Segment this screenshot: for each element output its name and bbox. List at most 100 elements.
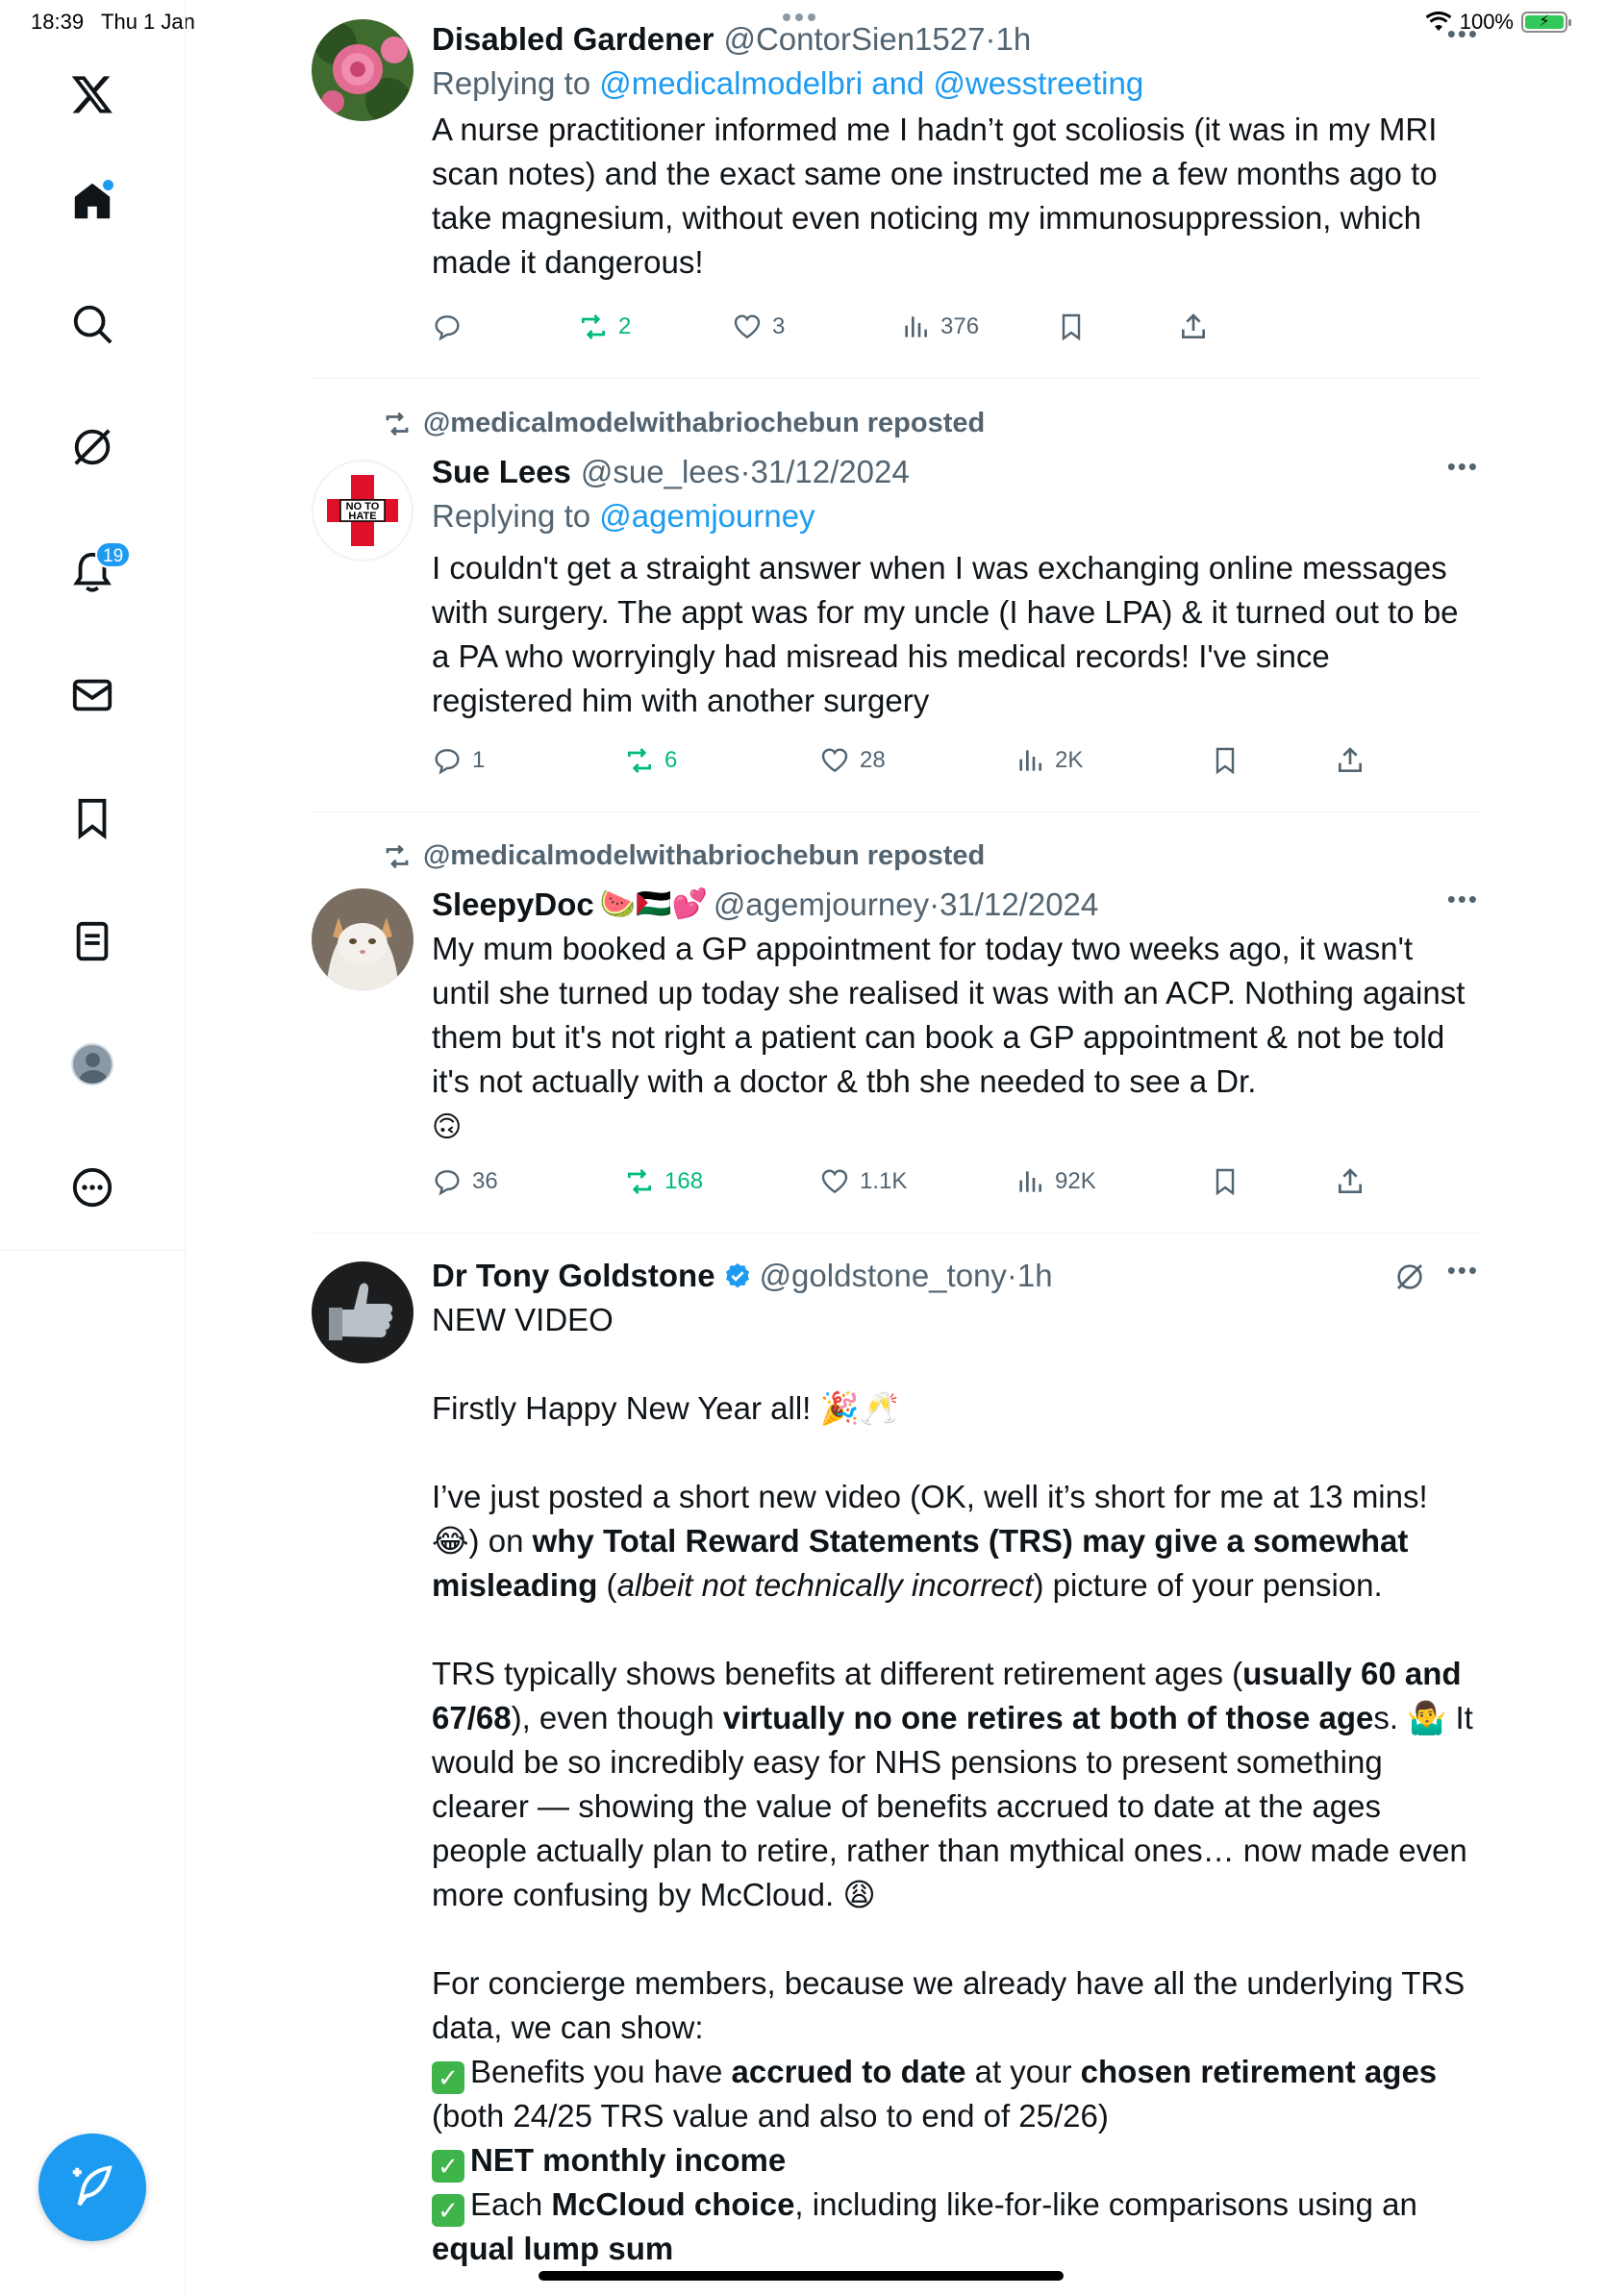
- home-indicator[interactable]: [539, 2271, 1064, 2281]
- share-icon: [1339, 1168, 1362, 1193]
- reply-button[interactable]: 1: [432, 745, 485, 776]
- check-icon: ✓: [432, 2194, 464, 2227]
- nav-lists[interactable]: [46, 895, 138, 987]
- bookmark-button[interactable]: [1210, 745, 1241, 776]
- check-icon: ✓: [432, 2150, 464, 2183]
- compose-button[interactable]: [38, 2134, 146, 2241]
- sidebar-divider: [0, 1250, 185, 1251]
- like-count: 28: [860, 747, 886, 773]
- post-text: My mum booked a GP appointment for today…: [432, 927, 1479, 1150]
- more-icon: [72, 1167, 113, 1208]
- views-icon: [1019, 750, 1041, 771]
- repost-count: 168: [664, 1168, 704, 1194]
- reply-icon: [435, 749, 460, 775]
- heart-icon: [821, 1169, 848, 1194]
- post-time[interactable]: 1h: [1017, 1256, 1053, 1296]
- more-options-icon[interactable]: •••: [1447, 885, 1479, 914]
- post-header: SleepyDoc 🍉🇵🇸💕 @agemjourney · 31/12/2024: [432, 885, 1479, 925]
- nav-home[interactable]: [46, 155, 138, 247]
- grok-icon: [74, 429, 111, 465]
- post-actions: 1 6 28 2K: [432, 745, 1362, 784]
- nav-messages[interactable]: [46, 649, 138, 741]
- author-handle[interactable]: @sue_lees: [581, 452, 740, 492]
- reply-to-link[interactable]: @agemjourney: [599, 498, 815, 534]
- share-button[interactable]: [1335, 745, 1366, 776]
- name-emojis: 🍉🇵🇸💕: [599, 888, 708, 920]
- post-text-emoji: 🙃: [432, 1111, 463, 1143]
- grok-icon[interactable]: [1394, 1261, 1425, 1292]
- post-header: Dr Tony Goldstone @goldstone_tony · 1h: [432, 1256, 1479, 1296]
- post-text: I couldn't get a straight answer when I …: [432, 550, 1459, 718]
- bookmark-icon: [1062, 313, 1081, 341]
- search-icon: [73, 305, 113, 344]
- check-icon: ✓: [432, 2061, 464, 2094]
- reply-prefix: Replying to: [432, 65, 591, 101]
- avatar[interactable]: [312, 19, 414, 121]
- avatar[interactable]: [312, 1261, 414, 1363]
- bookmark-icon: [78, 798, 107, 840]
- list-icon: [76, 921, 109, 961]
- views-button[interactable]: 376: [900, 312, 979, 342]
- repost-label[interactable]: @medicalmodelwithabriochebun reposted: [423, 840, 985, 872]
- post-divider: [312, 378, 1479, 379]
- repost-count: 2: [618, 313, 632, 339]
- post-header: Sue Lees @sue_lees · 31/12/2024: [432, 452, 1479, 492]
- home-notification-dot: [101, 178, 115, 192]
- avatar[interactable]: [312, 888, 414, 990]
- nav-profile[interactable]: [46, 1018, 138, 1111]
- repost-context: @medicalmodelwithabriochebun reposted: [383, 408, 985, 439]
- notification-badge: 19: [95, 541, 132, 568]
- share-button[interactable]: [1178, 312, 1209, 342]
- post-time[interactable]: 1h: [995, 19, 1031, 60]
- repost-button[interactable]: 168: [624, 1166, 703, 1197]
- post-header: Disabled Gardener @ContorSien1527 · 1h: [432, 19, 1479, 60]
- reply-button[interactable]: 36: [432, 1166, 498, 1197]
- nav-notifications[interactable]: 19: [46, 526, 138, 618]
- reply-button[interactable]: [432, 312, 463, 342]
- more-options-icon[interactable]: •••: [1447, 1256, 1479, 1285]
- author-handle[interactable]: @goldstone_tony: [760, 1256, 1007, 1296]
- author-name[interactable]: Dr Tony Goldstone: [432, 1256, 715, 1296]
- like-button[interactable]: 3: [732, 312, 785, 342]
- post-divider: [312, 1233, 1479, 1234]
- share-button[interactable]: [1335, 1166, 1366, 1197]
- views-icon: [905, 316, 927, 337]
- bookmark-button[interactable]: [1210, 1166, 1241, 1197]
- nav-grok[interactable]: [46, 401, 138, 493]
- nav-bookmarks[interactable]: [46, 772, 138, 864]
- author-name[interactable]: SleepyDoc: [432, 885, 594, 925]
- repost-button[interactable]: 6: [624, 745, 677, 776]
- more-options-icon[interactable]: •••: [1447, 452, 1479, 482]
- avatar[interactable]: NO TO HATE: [312, 460, 414, 562]
- like-button[interactable]: 1.1K: [819, 1166, 907, 1197]
- x-logo-icon[interactable]: [46, 48, 138, 140]
- author-name[interactable]: Sue Lees: [432, 452, 571, 492]
- reply-prefix: Replying to: [432, 498, 591, 534]
- reply-to-link[interactable]: @medicalmodelbri and @wesstreeting: [599, 65, 1143, 101]
- post-time[interactable]: 31/12/2024: [940, 885, 1098, 925]
- para-headline: NEW VIDEO: [432, 1302, 614, 1337]
- like-button[interactable]: 28: [819, 745, 886, 776]
- repost-icon: [582, 314, 605, 339]
- nav-search[interactable]: [46, 278, 138, 370]
- views-icon: [1019, 1171, 1041, 1192]
- views-button[interactable]: 2K: [1015, 745, 1083, 776]
- view-count: 92K: [1055, 1168, 1096, 1194]
- post-text: A nurse practitioner informed me I hadn’…: [432, 112, 1438, 280]
- author-handle[interactable]: @agemjourney: [714, 885, 929, 925]
- post-time[interactable]: 31/12/2024: [751, 452, 910, 492]
- author-handle[interactable]: @ContorSien1527: [723, 19, 985, 60]
- nav-more[interactable]: [46, 1141, 138, 1234]
- repost-button[interactable]: 2: [578, 312, 631, 342]
- more-options-icon[interactable]: •••: [1447, 19, 1479, 49]
- post-divider: [312, 811, 1479, 812]
- repost-label[interactable]: @medicalmodelwithabriochebun reposted: [423, 408, 985, 439]
- views-button[interactable]: 92K: [1015, 1166, 1096, 1197]
- heart-icon: [734, 314, 761, 339]
- para-trs: TRS typically shows benefits at differen…: [432, 1656, 1473, 1912]
- author-name[interactable]: Disabled Gardener: [432, 19, 714, 60]
- share-icon: [1339, 747, 1362, 772]
- bookmark-button[interactable]: [1056, 312, 1087, 342]
- like-count: 3: [772, 313, 786, 339]
- verified-badge-icon[interactable]: [723, 1261, 752, 1290]
